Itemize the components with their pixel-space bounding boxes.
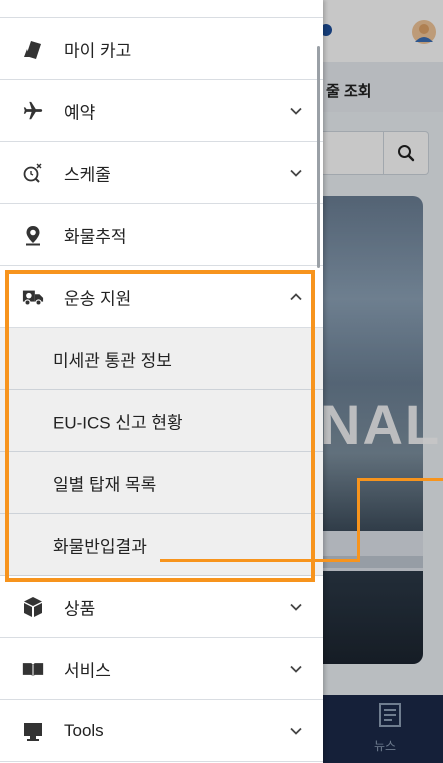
menu-item-label: 마이 카고 <box>64 41 132 60</box>
menu-item-my-cargo[interactable]: 마이 카고 <box>0 18 323 80</box>
menu-item-label: Tools <box>64 720 104 740</box>
chevron-up-icon <box>290 292 302 300</box>
submenu-item-label: EU-ICS 신고 현황 <box>53 413 183 432</box>
menu-item-label: 스케줄 <box>64 165 111 184</box>
drawer-backdrop[interactable] <box>323 0 443 763</box>
drawer-top-spacer <box>0 0 323 18</box>
navigation-drawer: 마이 카고 예약 스케줄 화물추적 운송 지원 미세관 통관 정보 EU-ICS… <box>0 0 323 763</box>
submenu-item-cargo-acceptance-result[interactable]: 화물반입결과 <box>0 514 323 576</box>
chevron-down-icon <box>290 665 302 673</box>
card-icon <box>22 38 44 60</box>
book-icon <box>22 658 44 680</box>
truck-icon <box>22 286 44 308</box>
chevron-down-icon <box>290 727 302 735</box>
callout-line <box>357 478 443 481</box>
submenu-item-daily-loading-list[interactable]: 일별 탑재 목록 <box>0 452 323 514</box>
drawer-scrollbar[interactable] <box>317 46 320 268</box>
submenu-item-label: 미세관 통관 정보 <box>53 351 172 370</box>
menu-item-tools[interactable]: Tools <box>0 700 323 762</box>
menu-item-booking[interactable]: 예약 <box>0 80 323 142</box>
menu-item-label: 상품 <box>64 599 96 618</box>
menu-item-label: 서비스 <box>64 661 111 680</box>
submenu-item-label: 일별 탑재 목록 <box>53 475 157 494</box>
menu-item-transport-support[interactable]: 운송 지원 <box>0 266 323 328</box>
menu-item-label: 운송 지원 <box>64 289 132 308</box>
schedule-search-icon <box>22 162 44 184</box>
menu-item-label: 예약 <box>64 103 96 122</box>
chevron-down-icon <box>290 107 302 115</box>
submenu-item-customs-info[interactable]: 미세관 통관 정보 <box>0 328 323 390</box>
menu-item-label: 화물추적 <box>64 227 127 246</box>
callout-line <box>160 559 360 562</box>
menu-item-schedule[interactable]: 스케줄 <box>0 142 323 204</box>
callout-line <box>357 478 360 562</box>
box-icon <box>22 596 44 618</box>
submenu-item-label: 화물반입결과 <box>53 537 147 556</box>
submenu-item-eu-ics-status[interactable]: EU-ICS 신고 현황 <box>0 390 323 452</box>
menu-item-tracking[interactable]: 화물추적 <box>0 204 323 266</box>
monitor-icon <box>22 720 44 742</box>
chevron-down-icon <box>290 603 302 611</box>
menu-item-services[interactable]: 서비스 <box>0 638 323 700</box>
menu-item-products[interactable]: 상품 <box>0 576 323 638</box>
chevron-down-icon <box>290 169 302 177</box>
airplane-icon <box>22 100 44 122</box>
location-pin-icon <box>22 224 44 246</box>
